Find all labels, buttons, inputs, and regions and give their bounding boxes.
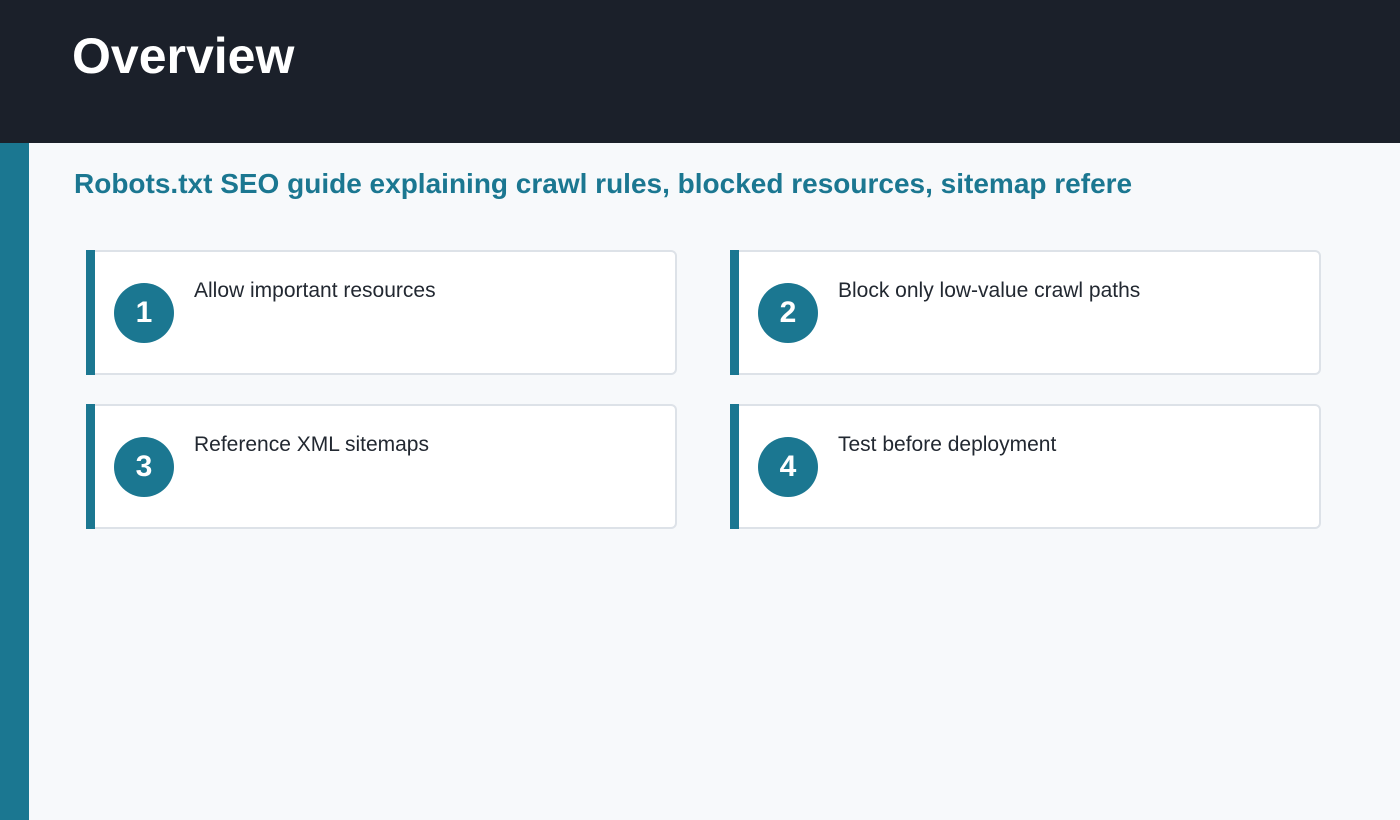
page-title: Overview — [72, 28, 295, 84]
step-card-3: 3 Reference XML sitemaps — [86, 404, 677, 529]
card-accent-stripe — [86, 250, 95, 375]
page-header: Overview — [0, 0, 1400, 143]
card-accent-stripe — [86, 404, 95, 529]
left-accent-bar — [0, 143, 29, 820]
card-accent-stripe — [730, 250, 739, 375]
step-number-badge: 3 — [114, 437, 174, 497]
step-card-4: 4 Test before deployment — [730, 404, 1321, 529]
step-card-1: 1 Allow important resources — [86, 250, 677, 375]
step-label: Allow important resources — [194, 279, 436, 302]
step-number-badge: 2 — [758, 283, 818, 343]
page-subtitle: Robots.txt SEO guide explaining crawl ru… — [74, 168, 1133, 199]
card-accent-stripe — [730, 404, 739, 529]
step-label: Block only low-value crawl paths — [838, 279, 1141, 302]
step-card-2: 2 Block only low-value crawl paths — [730, 250, 1321, 375]
step-label: Reference XML sitemaps — [194, 433, 429, 456]
step-number-badge: 4 — [758, 437, 818, 497]
step-label: Test before deployment — [838, 433, 1057, 456]
step-number-badge: 1 — [114, 283, 174, 343]
